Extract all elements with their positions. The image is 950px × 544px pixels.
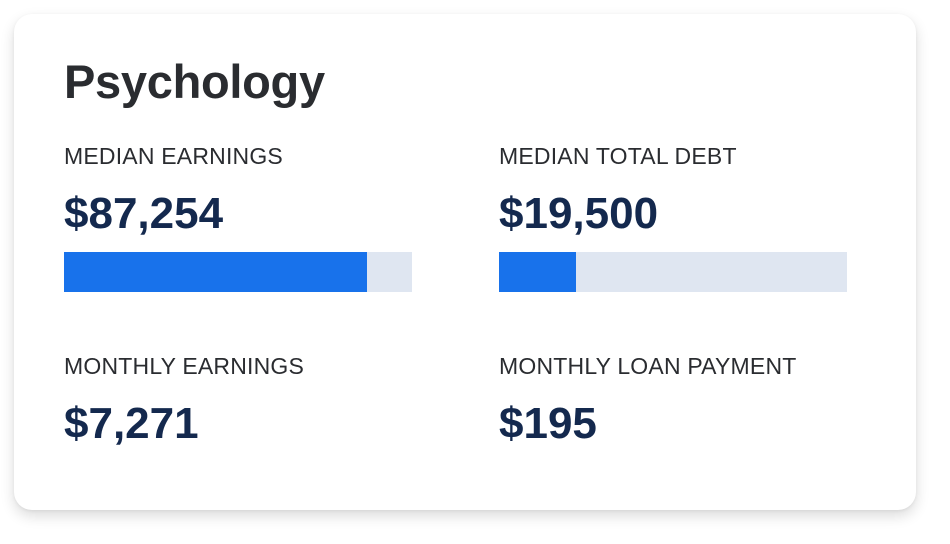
monthly-loan-payment-value: $195 [499,399,597,448]
median-total-debt-value: $19,500 [499,189,659,238]
median-earnings-bar-track [64,252,412,292]
median-earnings-stat: MEDIAN EARNINGS $87,254 [64,142,412,292]
median-earnings-value: $87,254 [64,189,224,238]
median-total-debt-bar-fill [499,252,576,292]
monthly-earnings-label: MONTHLY EARNINGS [64,353,305,379]
median-total-debt-label: MEDIAN TOTAL DEBT [499,143,737,169]
monthly-earnings-stat: MONTHLY EARNINGS $7,271 [64,352,412,450]
major-stats-card: Psychology MEDIAN EARNINGS $87,254 MEDIA… [14,14,916,510]
median-total-debt-stat: MEDIAN TOTAL DEBT $19,500 [499,142,847,292]
card-title: Psychology [64,55,325,108]
monthly-loan-payment-label: MONTHLY LOAN PAYMENT [499,353,797,379]
median-earnings-bar-fill [64,252,367,292]
median-total-debt-bar-track [499,252,847,292]
monthly-earnings-value: $7,271 [64,399,199,448]
median-earnings-label: MEDIAN EARNINGS [64,143,283,169]
monthly-loan-payment-stat: MONTHLY LOAN PAYMENT $195 [499,352,847,450]
